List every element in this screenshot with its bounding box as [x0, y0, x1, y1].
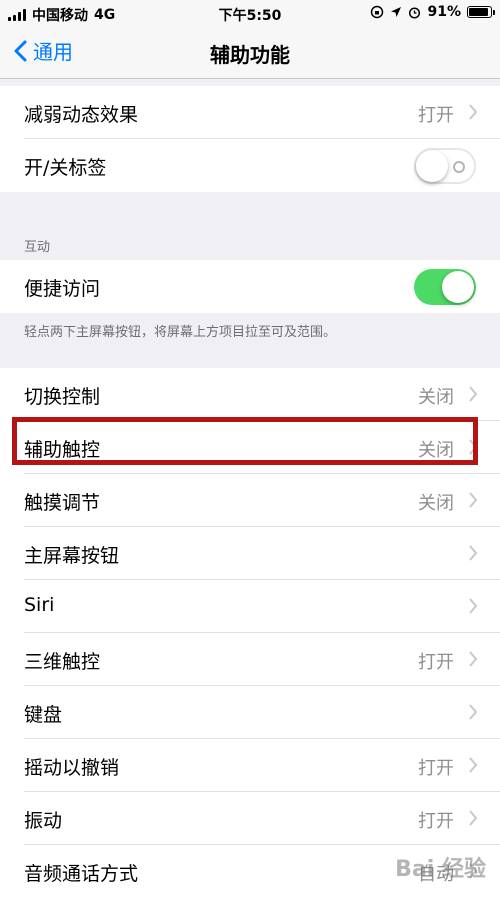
location-icon [391, 7, 402, 17]
row-label: 便捷访问 [24, 278, 101, 300]
assistive-touch-row[interactable]: 辅助触控 关闭 [0, 421, 500, 474]
chevron-right-icon [469, 598, 478, 614]
shake-to-undo-row[interactable]: 摇动以撤销 打开 [0, 739, 500, 792]
siri-row[interactable]: Siri [0, 580, 500, 633]
chevron-right-icon [469, 810, 478, 826]
row-value: 打开 [418, 652, 454, 673]
row-label: 振动 [24, 810, 63, 832]
reachability-row: 便捷访问 [0, 260, 500, 313]
section-header-interaction: 互动 [24, 240, 51, 255]
home-button-row[interactable]: 主屏幕按钮 [0, 527, 500, 580]
status-right: 91% [370, 4, 495, 20]
vibration-row[interactable]: 振动 打开 [0, 792, 500, 845]
row-label: 切换控制 [24, 386, 101, 408]
off-label-icon [453, 161, 465, 173]
battery-icon [467, 6, 495, 18]
touch-accommodations-row[interactable]: 触摸调节 关闭 [0, 474, 500, 527]
row-label: 触摸调节 [24, 492, 101, 514]
alarm-icon [409, 6, 421, 19]
chevron-right-icon [469, 386, 478, 402]
row-value: 关闭 [418, 387, 454, 408]
onoff-labels-row: 开/关标签 [0, 139, 500, 192]
chevron-right-icon [469, 704, 478, 720]
row-label: 辅助触控 [24, 439, 101, 461]
row-value: 打开 [418, 758, 454, 779]
control-group: 切换控制 关闭 辅助触控 关闭 触摸调节 关闭 主屏幕按钮 Siri 三维触控 … [0, 368, 500, 898]
interaction-group: 便捷访问 [0, 260, 500, 313]
chevron-right-icon [469, 757, 478, 773]
row-label: 减弱动态效果 [24, 104, 139, 126]
onoff-labels-toggle[interactable] [414, 148, 476, 184]
3d-touch-row[interactable]: 三维触控 打开 [0, 633, 500, 686]
chevron-right-icon [469, 104, 478, 120]
page-title: 辅助功能 [210, 43, 290, 67]
reachability-toggle[interactable] [414, 269, 476, 305]
motion-group: 减弱动态效果 打开 开/关标签 [0, 86, 500, 192]
toggle-knob [416, 150, 448, 182]
navigation-bar: 通用 辅助功能 [0, 26, 500, 79]
row-label: 三维触控 [24, 651, 101, 673]
toggle-knob [442, 271, 474, 303]
reduce-motion-row[interactable]: 减弱动态效果 打开 [0, 86, 500, 139]
reachability-note: 轻点两下主屏幕按钮，将屏幕上方项目拉至可及范围。 [24, 325, 337, 340]
battery-percent: 91% [427, 4, 461, 20]
row-label: 摇动以撤销 [24, 757, 120, 779]
keyboard-row[interactable]: 键盘 [0, 686, 500, 739]
watermark: Bai 经验 [395, 857, 486, 882]
status-bar: 中国移动 4G 下午5:50 91% [0, 0, 500, 26]
chevron-right-icon [469, 651, 478, 667]
row-label: 音频通话方式 [24, 863, 139, 885]
switch-control-row[interactable]: 切换控制 关闭 [0, 368, 500, 421]
row-label: 键盘 [24, 704, 63, 726]
rotation-lock-icon [371, 5, 384, 19]
row-value: 打开 [418, 811, 454, 832]
row-label: 主屏幕按钮 [24, 545, 120, 567]
row-value: 关闭 [418, 440, 454, 461]
chevron-right-icon [469, 492, 478, 508]
row-value: 关闭 [418, 493, 454, 514]
row-value: 打开 [418, 105, 454, 126]
chevron-right-icon [469, 545, 478, 561]
chevron-right-icon [469, 439, 478, 455]
row-label: 开/关标签 [24, 157, 107, 179]
row-label: Siri [24, 594, 55, 616]
